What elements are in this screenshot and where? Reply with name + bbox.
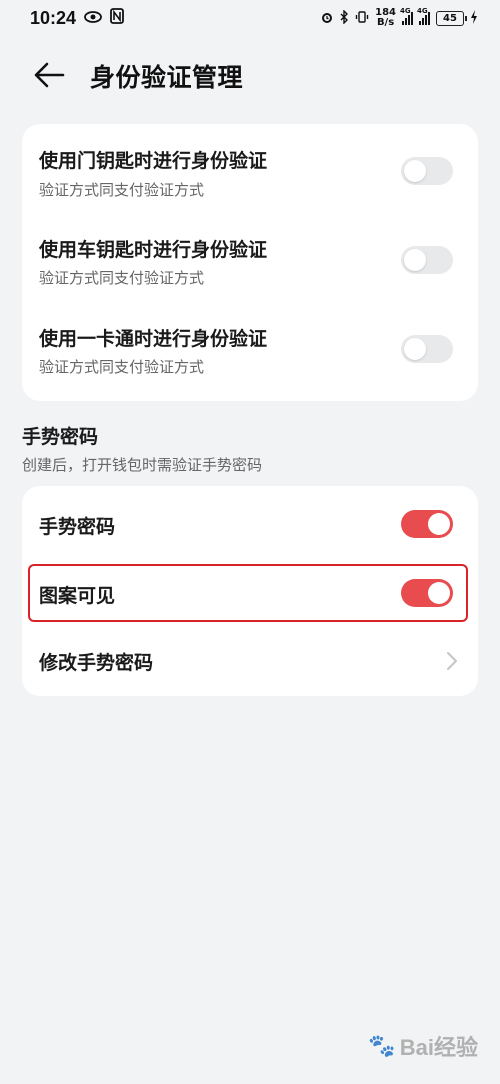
vibrate-icon — [355, 10, 369, 27]
transit-card-auth-subtitle: 验证方式同支付验证方式 — [39, 358, 205, 376]
signal-tag: 4G — [417, 7, 428, 15]
gesture-password-title: 手势密码 — [39, 516, 116, 538]
car-key-auth-row[interactable]: 使用车钥匙时进行身份验证 验证方式同支付验证方式 — [22, 216, 478, 305]
door-key-auth-title: 使用门钥匙时进行身份验证 — [39, 150, 268, 172]
highlight-annotation — [28, 564, 468, 622]
eye-icon — [84, 8, 102, 28]
status-right: 184 B/s 4G 4G 45 — [320, 7, 478, 28]
paw-icon: 🐾 — [368, 1033, 396, 1058]
nfc-icon — [110, 7, 124, 29]
signal-tag: 4G — [400, 7, 411, 15]
door-key-auth-subtitle: 验证方式同支付验证方式 — [39, 181, 205, 199]
car-key-auth-subtitle: 验证方式同支付验证方式 — [39, 269, 205, 287]
auth-settings-card: 使用门钥匙时进行身份验证 验证方式同支付验证方式 使用车钥匙时进行身份验证 验证… — [22, 124, 478, 401]
battery-level: 45 — [443, 12, 457, 24]
change-gesture-password-title: 修改手势密码 — [39, 652, 154, 674]
gesture-password-toggle[interactable] — [401, 510, 453, 538]
car-key-auth-toggle[interactable] — [401, 246, 453, 274]
gesture-section-title: 手势密码 — [22, 426, 99, 448]
transit-card-auth-row[interactable]: 使用一卡通时进行身份验证 验证方式同支付验证方式 — [22, 305, 478, 401]
status-bar: 10:24 184 B/s 4G 4G 45 — [0, 0, 500, 36]
gesture-section-description: 创建后，打开钱包时需验证手势密码 — [22, 456, 263, 474]
bluetooth-icon — [340, 8, 349, 27]
signal-icon: 4G — [400, 7, 413, 25]
transit-card-auth-title: 使用一卡通时进行身份验证 — [39, 328, 268, 350]
status-left: 10:24 — [30, 8, 124, 29]
net-speed: 184 B/s — [375, 8, 396, 28]
signal-icon: 4G — [417, 7, 430, 25]
watermark-text: Bai经验 — [399, 1035, 478, 1060]
alarm-icon — [320, 10, 334, 27]
battery-icon: 45 — [436, 10, 467, 26]
page-title: 身份验证管理 — [90, 63, 244, 92]
chevron-right-icon — [446, 651, 458, 671]
charging-icon — [470, 9, 478, 27]
change-gesture-password-row[interactable]: 修改手势密码 — [22, 626, 478, 696]
door-key-auth-row[interactable]: 使用门钥匙时进行身份验证 验证方式同支付验证方式 — [22, 124, 478, 216]
net-speed-unit: B/s — [376, 17, 395, 28]
door-key-auth-toggle[interactable] — [401, 157, 453, 185]
car-key-auth-title: 使用车钥匙时进行身份验证 — [39, 239, 268, 261]
transit-card-auth-toggle[interactable] — [401, 335, 453, 363]
gesture-password-row[interactable]: 手势密码 — [22, 486, 478, 562]
back-arrow-icon[interactable] — [33, 61, 67, 89]
status-time: 10:24 — [30, 7, 77, 28]
watermark: 🐾 Bai经验 — [368, 1030, 478, 1062]
header: 身份验证管理 — [0, 52, 500, 98]
